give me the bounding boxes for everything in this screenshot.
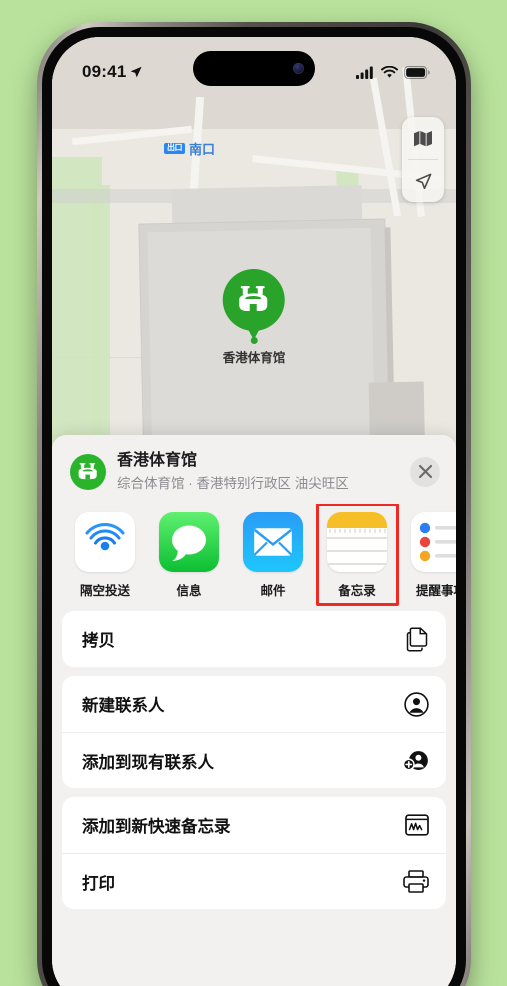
- share-app-row[interactable]: 隔空投送 信息 邮件 备忘录 提醒事: [52, 504, 456, 609]
- action-label: 新建联系人: [82, 697, 165, 715]
- map-layers-icon: [414, 130, 432, 146]
- share-app-reminders[interactable]: 提醒事项: [410, 512, 456, 599]
- messages-icon: [159, 512, 219, 572]
- phone-screen: 出口 南口 香港体育馆 09:41 香港体育馆 综合体育馆 · 香港特别行政区 …: [52, 37, 456, 986]
- action-label: 添加到现有联系人: [82, 753, 214, 772]
- action-row-copy[interactable]: 拷贝: [62, 611, 446, 667]
- wifi-icon: [381, 65, 398, 78]
- action-label: 拷贝: [82, 632, 115, 650]
- transit-exit-text: 南口: [189, 142, 216, 157]
- mail-icon: [243, 512, 303, 572]
- quick-note-icon: [403, 814, 429, 836]
- notes-icon: [327, 512, 387, 572]
- share-sheet-header-text: 香港体育馆 综合体育馆 · 香港特别行政区 油尖旺区: [117, 451, 399, 492]
- doc-on-doc-icon: [403, 626, 429, 652]
- person-crop-circle-icon: [403, 691, 429, 717]
- action-group-copy: 拷贝: [62, 611, 446, 667]
- map-pin[interactable]: 香港体育馆: [222, 269, 286, 366]
- share-app-label: 提醒事项: [415, 584, 456, 598]
- share-sheet-title: 香港体育馆: [117, 452, 198, 469]
- share-app-messages[interactable]: 信息: [158, 512, 220, 599]
- phone-bezel: 出口 南口 香港体育馆 09:41 香港体育馆 综合体育馆 · 香港特别行政区 …: [42, 27, 466, 986]
- share-sheet-header: 香港体育馆 综合体育馆 · 香港特别行政区 油尖旺区: [52, 435, 456, 504]
- action-label: 添加到新快速备忘录: [82, 818, 231, 836]
- status-time-group: 09:41: [82, 62, 143, 82]
- share-app-label: 邮件: [260, 584, 286, 598]
- action-row-new-contact[interactable]: 新建联系人: [62, 676, 446, 732]
- action-row-add-existing-contact[interactable]: 添加到现有联系人: [62, 732, 446, 788]
- location-arrow-icon: [415, 173, 431, 189]
- map-pin-label: 香港体育馆: [222, 351, 286, 365]
- phone-frame: 出口 南口 香港体育馆 09:41 香港体育馆 综合体育馆 · 香港特别行政区 …: [37, 22, 471, 986]
- share-app-label: 隔空投送: [79, 584, 130, 598]
- status-time: 09:41: [82, 62, 127, 81]
- stadium-icon: [70, 453, 106, 490]
- share-app-label: 备忘录: [338, 584, 376, 598]
- map-controls: [402, 117, 444, 202]
- map-pin-teardrop: [222, 269, 285, 331]
- stadium-icon: [239, 286, 268, 311]
- share-app-airdrop[interactable]: 隔空投送: [74, 512, 136, 599]
- share-app-notes[interactable]: 备忘录: [316, 504, 399, 606]
- front-camera-icon: [293, 63, 304, 74]
- reminders-icon: [411, 512, 456, 572]
- status-indicators: [356, 65, 430, 79]
- action-row-new-quick-note[interactable]: 添加到新快速备忘录: [62, 797, 446, 853]
- close-icon: [418, 464, 432, 479]
- transit-exit-label[interactable]: 出口 南口: [164, 139, 215, 158]
- dynamic-island[interactable]: [193, 51, 315, 86]
- share-app-label: 信息: [176, 584, 202, 598]
- action-label: 打印: [82, 874, 115, 893]
- person-badge-plus-icon: [403, 749, 429, 773]
- action-group-contacts: 新建联系人 添加到现有联系人: [62, 676, 446, 788]
- cellular-signal-icon: [356, 66, 373, 79]
- action-group-notes: 添加到新快速备忘录 打印: [62, 797, 446, 909]
- close-button[interactable]: [410, 456, 440, 487]
- airdrop-icon: [75, 512, 135, 572]
- share-sheet-subtitle: 综合体育馆 · 香港特别行政区 油尖旺区: [117, 476, 349, 491]
- location-arrow-icon: [131, 66, 143, 78]
- share-app-mail[interactable]: 邮件: [242, 512, 304, 599]
- map-layers-button[interactable]: [402, 117, 444, 159]
- share-sheet: 香港体育馆 综合体育馆 · 香港特别行政区 油尖旺区 隔空投送 信息 邮件 备忘…: [52, 435, 456, 986]
- action-row-print[interactable]: 打印: [62, 853, 446, 909]
- battery-icon: [404, 65, 430, 79]
- transit-exit-badge: 出口: [164, 143, 185, 154]
- printer-icon: [403, 870, 429, 893]
- current-location-button[interactable]: [402, 160, 444, 202]
- share-action-list: 拷贝 新建联系人 添加到现有联系人 添加到新快速备忘录 打印: [52, 609, 456, 909]
